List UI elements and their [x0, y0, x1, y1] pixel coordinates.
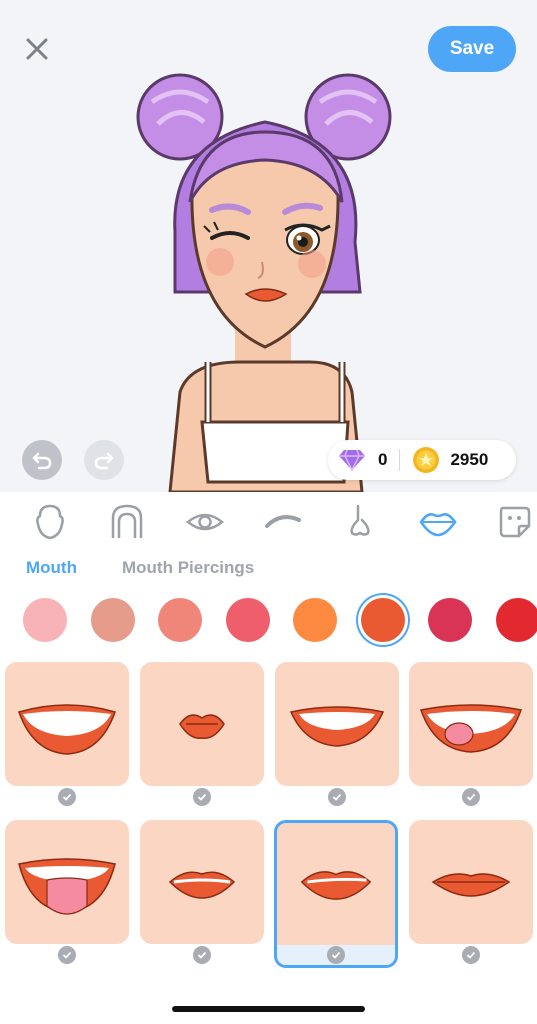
avatar-preview: Save 0 2950 — [0, 0, 537, 492]
hair-icon — [111, 504, 143, 538]
color-swatch[interactable] — [428, 598, 472, 642]
color-swatch[interactable] — [293, 598, 337, 642]
color-swatch-selected[interactable] — [361, 598, 405, 642]
gem-count: 0 — [378, 450, 388, 469]
close-button[interactable] — [22, 34, 52, 64]
redo-button[interactable] — [84, 440, 124, 480]
category-nose[interactable] — [338, 500, 382, 544]
tab-mouth[interactable]: Mouth — [26, 558, 77, 578]
mouth-preview — [179, 714, 225, 739]
mouth-option[interactable] — [5, 662, 129, 786]
color-palette — [0, 596, 537, 648]
coin-icon — [413, 447, 440, 473]
mouth-preview — [420, 704, 522, 753]
currency-balance[interactable]: 0 2950 — [328, 440, 516, 480]
owned-check-icon — [462, 946, 480, 964]
mouth-preview — [168, 871, 236, 899]
owned-check-icon — [58, 946, 76, 964]
mouth-preview — [18, 858, 116, 915]
mouth-option[interactable] — [140, 820, 264, 944]
owned-check-icon — [328, 788, 346, 806]
sticker-icon — [499, 506, 531, 538]
eye-icon — [186, 513, 224, 531]
owned-check-icon — [193, 788, 211, 806]
redo-icon — [94, 452, 114, 470]
mouth-preview — [300, 871, 372, 900]
category-face-shape[interactable] — [28, 500, 72, 544]
avatar-image — [136, 73, 392, 492]
owned-check-icon — [193, 946, 211, 964]
undo-icon — [32, 452, 52, 470]
wallet-divider — [399, 449, 401, 471]
color-swatch[interactable] — [158, 598, 202, 642]
nose-icon — [350, 504, 370, 536]
eyebrow-icon — [265, 515, 301, 528]
color-swatch[interactable] — [226, 598, 270, 642]
home-indicator — [172, 1006, 365, 1012]
color-swatch[interactable] — [496, 598, 537, 642]
lips-icon — [419, 513, 457, 537]
color-swatch[interactable] — [23, 598, 67, 642]
category-hair[interactable] — [105, 500, 149, 544]
owned-check-icon — [462, 788, 480, 806]
mouth-option[interactable] — [5, 820, 129, 944]
mouth-preview — [18, 704, 116, 755]
mouth-option[interactable] — [140, 662, 264, 786]
owned-check-icon — [327, 946, 345, 964]
category-eyes[interactable] — [183, 500, 227, 544]
subcategory-tabs: Mouth Mouth Piercings — [0, 552, 537, 588]
mouth-option[interactable] — [409, 662, 533, 786]
undo-button[interactable] — [22, 440, 62, 480]
coin-count: 2950 — [450, 450, 489, 469]
category-stickers[interactable] — [493, 500, 537, 544]
mouth-option[interactable] — [409, 820, 533, 944]
mouth-preview — [289, 706, 385, 747]
category-mouth[interactable] — [416, 500, 460, 544]
tab-mouth-piercings[interactable]: Mouth Piercings — [122, 558, 254, 578]
save-button[interactable]: Save — [428, 26, 516, 72]
feature-category-bar — [0, 492, 537, 552]
mouth-preview — [431, 873, 511, 897]
gem-icon — [339, 449, 365, 472]
mouth-option[interactable] — [275, 662, 399, 786]
category-eyebrows[interactable] — [261, 500, 305, 544]
owned-check-icon — [58, 788, 76, 806]
close-icon — [26, 38, 48, 60]
face-shape-icon — [36, 504, 64, 540]
color-swatch[interactable] — [91, 598, 135, 642]
